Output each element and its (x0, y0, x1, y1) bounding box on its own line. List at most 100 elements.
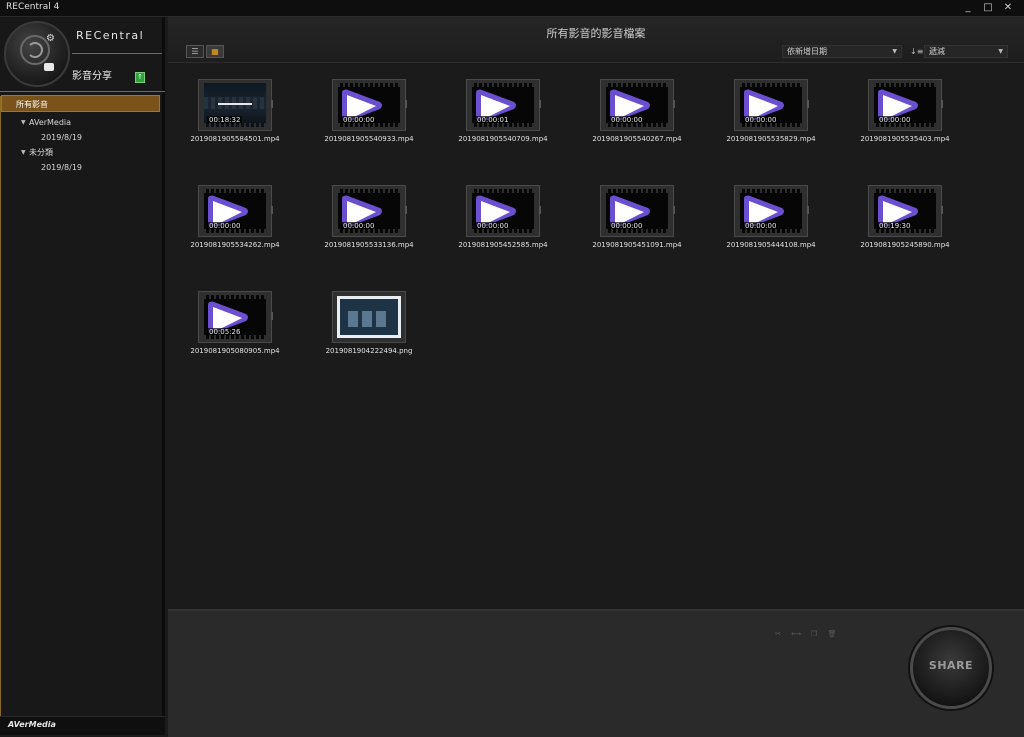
tree-guide-line (0, 96, 1, 726)
file-item[interactable]: 00:05:26 2019081905080905.mp4 (182, 291, 316, 381)
caret-down-icon[interactable]: ▼ (21, 145, 26, 160)
film-notch (271, 312, 273, 320)
chevron-down-icon: ▼ (892, 48, 897, 55)
delete-icon[interactable]: 🗑 (826, 629, 838, 639)
gear-icon[interactable]: ⚙ (46, 33, 55, 44)
file-thumbnail[interactable]: 00:00:00 (332, 79, 407, 131)
file-item[interactable]: 2019081904222494.png (316, 291, 450, 381)
share-button[interactable]: SHARE (910, 627, 992, 709)
sidebar-item-all-media[interactable]: 所有影音 (1, 95, 160, 112)
file-thumbnail[interactable]: 00:18:32 (198, 79, 273, 131)
video-frame: 00:00:00 (740, 189, 802, 233)
video-duration: 00:00:00 (207, 222, 243, 230)
logo-block: ⚙ RECentral 影音分享 ↑ (0, 17, 165, 91)
share-label: SHARE (928, 659, 974, 672)
page-title: 所有影音的影音檔案 (546, 27, 646, 40)
file-item[interactable]: 00:00:00 2019081905452585.mp4 (450, 185, 584, 275)
list-view-button[interactable]: ☰ (186, 45, 204, 58)
film-notch (941, 100, 943, 108)
tree-folder-uncategorized[interactable]: ▼ 未分類 (0, 145, 165, 160)
scene-light-bar (218, 103, 252, 105)
file-item[interactable]: 00:00:00 2019081905540933.mp4 (316, 79, 450, 169)
file-thumbnail[interactable]: 00:00:00 (734, 185, 809, 237)
upload-icon[interactable]: ↑ (135, 72, 145, 83)
video-duration: 00:00:01 (475, 116, 511, 124)
tree-label: 2019/8/19 (41, 163, 83, 172)
file-thumbnail[interactable]: 00:05:26 (198, 291, 273, 343)
video-duration: 00:18:32 (207, 116, 243, 124)
file-thumbnail[interactable]: 00:00:00 (332, 185, 407, 237)
video-duration: 00:00:00 (609, 116, 645, 124)
file-item[interactable]: 00:00:00 2019081905534262.mp4 (182, 185, 316, 275)
film-notch (673, 206, 675, 214)
video-duration: 00:00:00 (743, 116, 779, 124)
file-name: 2019081905540933.mp4 (324, 135, 414, 143)
sort-field-value: 依新增日期 (787, 47, 827, 56)
sidebar-item-label: 所有影音 (16, 100, 48, 109)
video-frame: 00:00:00 (204, 189, 266, 233)
maximize-button[interactable]: □ (978, 1, 998, 15)
tree-folder-avermedia[interactable]: ▼ AVerMedia (0, 115, 165, 130)
file-item[interactable]: 00:00:00 2019081905451091.mp4 (584, 185, 718, 275)
image-preview (337, 296, 401, 338)
file-name: 2019081905540709.mp4 (458, 135, 548, 143)
file-thumbnail[interactable]: 00:00:00 (600, 79, 675, 131)
sort-order-select[interactable]: 遞減 ▼ (924, 45, 1008, 58)
tree-date-avermedia[interactable]: 2019/8/19 (0, 130, 165, 145)
video-duration: 00:00:00 (475, 222, 511, 230)
video-frame: 00:00:00 (338, 83, 400, 127)
file-thumbnail[interactable]: 00:00:00 (466, 185, 541, 237)
film-notch (405, 100, 407, 108)
file-item[interactable]: 00:00:00 2019081905535403.mp4 (852, 79, 986, 169)
film-notch (673, 100, 675, 108)
recentral-disc-logo[interactable]: ⚙ (4, 21, 70, 87)
file-item[interactable]: 00:00:00 2019081905444108.mp4 (718, 185, 852, 275)
tree-label: AVerMedia (29, 118, 72, 127)
file-thumbnail[interactable]: 00:00:00 (600, 185, 675, 237)
sort-order-value: 遞減 (929, 47, 945, 56)
window-controls: _ □ ✕ (958, 1, 1018, 15)
file-item[interactable]: 00:00:00 2019081905533136.mp4 (316, 185, 450, 275)
swirl-icon (27, 42, 43, 58)
file-item[interactable]: 00:18:32 2019081905584501.mp4 (182, 79, 316, 169)
file-item[interactable]: 00:00:01 2019081905540709.mp4 (450, 79, 584, 169)
divider (0, 91, 165, 92)
merge-icon[interactable]: ⟷ (790, 629, 802, 639)
list-view-icon: ☰ (191, 47, 199, 56)
file-actions: ✂ ⟷ ❐ 🗑 (772, 629, 838, 639)
video-duration: 00:19:30 (877, 222, 913, 230)
grid-view-icon: ▦ (211, 47, 219, 56)
file-name: 2019081905533136.mp4 (324, 241, 414, 249)
film-notch (271, 206, 273, 214)
file-name: 2019081905452585.mp4 (458, 241, 548, 249)
content-header: 所有影音的影音檔案 ☰ ▦ 依新增日期 ▼ ↓≡ 遞減 ▼ (168, 17, 1024, 63)
minimize-button[interactable]: _ (958, 1, 978, 15)
tree-label: 2019/8/19 (41, 133, 83, 142)
file-item[interactable]: 00:19:30 2019081905245890.mp4 (852, 185, 986, 275)
video-frame: 00:00:00 (740, 83, 802, 127)
file-thumbnail[interactable]: 00:00:00 (868, 79, 943, 131)
file-item[interactable]: 00:00:00 2019081905540267.mp4 (584, 79, 718, 169)
video-duration: 00:00:00 (877, 116, 913, 124)
file-thumbnail[interactable]: 00:00:00 (734, 79, 809, 131)
grid-view-button[interactable]: ▦ (206, 45, 224, 58)
chevron-down-icon: ▼ (998, 48, 1003, 55)
file-name: 2019081905080905.mp4 (190, 347, 280, 355)
file-thumbnail[interactable]: 00:19:30 (868, 185, 943, 237)
close-button[interactable]: ✕ (998, 1, 1018, 15)
file-thumbnail[interactable] (332, 291, 406, 343)
video-frame: 00:19:30 (874, 189, 936, 233)
tree-date-uncategorized[interactable]: 2019/8/19 (0, 160, 165, 175)
file-thumbnail[interactable]: 00:00:01 (466, 79, 541, 131)
sort-field-select[interactable]: 依新增日期 ▼ (782, 45, 902, 58)
file-item[interactable]: 00:00:00 2019081905535829.mp4 (718, 79, 852, 169)
file-name: 2019081905584501.mp4 (190, 135, 280, 143)
section-title: 影音分享 (72, 71, 112, 82)
copy-icon[interactable]: ❐ (808, 629, 820, 639)
video-frame: 00:00:00 (606, 83, 668, 127)
file-thumbnail[interactable]: 00:00:00 (198, 185, 273, 237)
preview-card (348, 311, 358, 327)
cut-icon[interactable]: ✂ (772, 629, 784, 639)
caret-down-icon[interactable]: ▼ (21, 115, 26, 130)
film-notch (941, 206, 943, 214)
